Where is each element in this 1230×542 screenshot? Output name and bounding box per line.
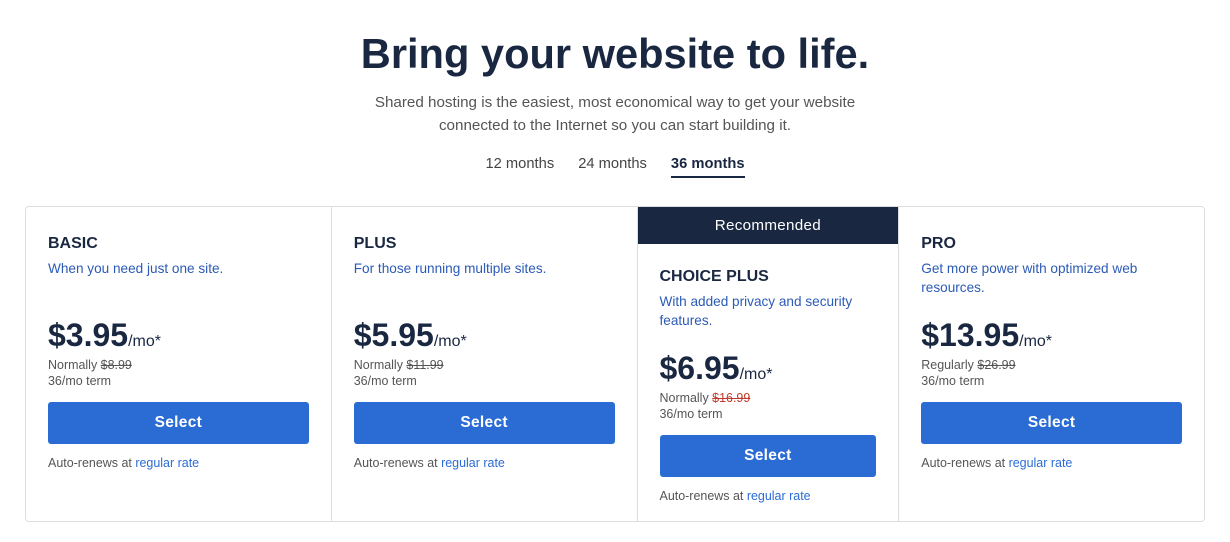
plan-name-plus: PLUS xyxy=(354,235,615,253)
plan-choiceplus: Recommended CHOICE PLUS With added priva… xyxy=(638,207,900,521)
select-button-plus[interactable]: Select xyxy=(354,402,615,444)
plan-desc-basic: When you need just one site. xyxy=(48,259,309,299)
plan-normally-choiceplus: Normally $16.99 xyxy=(660,391,877,405)
hero-subtitle: Shared hosting is the easiest, most econ… xyxy=(355,92,875,138)
plan-term-pro: 36/mo term xyxy=(921,374,1182,388)
plan-name-choiceplus: CHOICE PLUS xyxy=(660,268,877,286)
plan-term-plus: 36/mo term xyxy=(354,374,615,388)
plan-price-basic: $3.95/mo* xyxy=(48,317,309,354)
plan-autorenew-choiceplus: Auto-renews at regular rate xyxy=(660,489,877,503)
regular-rate-link-basic[interactable]: regular rate xyxy=(135,456,199,470)
plan-name-basic: BASIC xyxy=(48,235,309,253)
billing-tabs: 12 months 24 months 36 months xyxy=(485,156,744,178)
plan-autorenew-basic: Auto-renews at regular rate xyxy=(48,456,309,470)
plan-price-pro: $13.95/mo* xyxy=(921,317,1182,354)
hero-title: Bring your website to life. xyxy=(361,30,869,78)
plan-pro: PRO Get more power with optimized web re… xyxy=(899,207,1204,521)
plan-price-plus: $5.95/mo* xyxy=(354,317,615,354)
regular-rate-link-pro[interactable]: regular rate xyxy=(1009,456,1073,470)
plan-desc-plus: For those running multiple sites. xyxy=(354,259,615,299)
plan-term-basic: 36/mo term xyxy=(48,374,309,388)
tab-24months[interactable]: 24 months xyxy=(578,156,647,178)
select-button-pro[interactable]: Select xyxy=(921,402,1182,444)
plan-plus: PLUS For those running multiple sites. $… xyxy=(332,207,638,521)
plan-price-choiceplus: $6.95/mo* xyxy=(660,350,877,387)
plan-normally-basic: Normally $8.99 xyxy=(48,358,309,372)
plan-basic: BASIC When you need just one site. $3.95… xyxy=(26,207,332,521)
plan-desc-choiceplus: With added privacy and security features… xyxy=(660,292,877,332)
tab-12months[interactable]: 12 months xyxy=(485,156,554,178)
plan-normally-pro: Regularly $26.99 xyxy=(921,358,1182,372)
plan-name-pro: PRO xyxy=(921,235,1182,253)
select-button-choiceplus[interactable]: Select xyxy=(660,435,877,477)
select-button-basic[interactable]: Select xyxy=(48,402,309,444)
plan-desc-pro: Get more power with optimized web resour… xyxy=(921,259,1182,299)
plan-autorenew-pro: Auto-renews at regular rate xyxy=(921,456,1182,470)
plan-term-choiceplus: 36/mo term xyxy=(660,407,877,421)
pricing-cards: BASIC When you need just one site. $3.95… xyxy=(25,206,1205,522)
tab-36months[interactable]: 36 months xyxy=(671,156,745,178)
recommended-badge: Recommended xyxy=(638,207,899,244)
regular-rate-link-choiceplus[interactable]: regular rate xyxy=(747,489,811,503)
regular-rate-link-plus[interactable]: regular rate xyxy=(441,456,505,470)
plan-normally-plus: Normally $11.99 xyxy=(354,358,615,372)
plan-autorenew-plus: Auto-renews at regular rate xyxy=(354,456,615,470)
